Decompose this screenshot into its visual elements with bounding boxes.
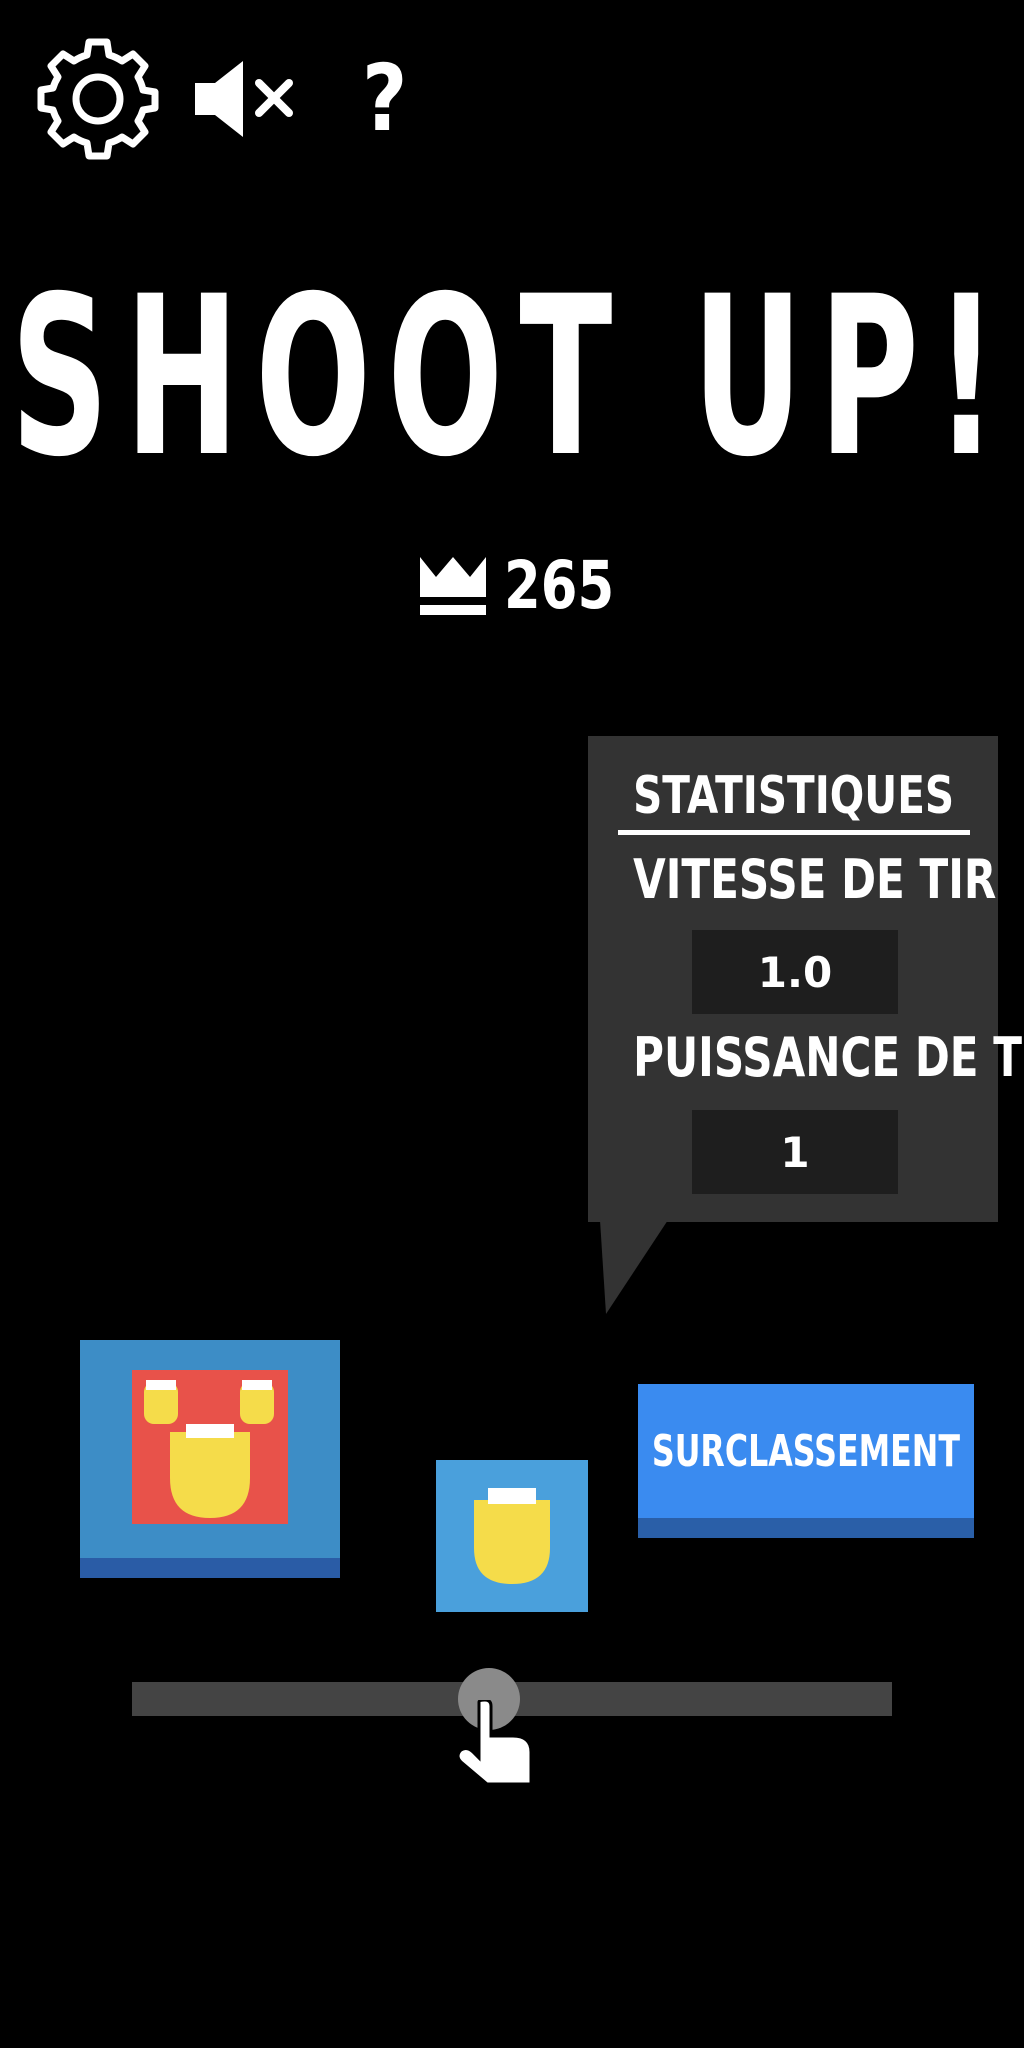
upgrade-button-label: SURCLASSEMENT xyxy=(651,1425,961,1477)
crown-icon xyxy=(420,557,486,615)
statistics-heading: STATISTIQUES xyxy=(633,766,955,826)
statistics-panel: STATISTIQUES VITESSE DE TIR 1.0 PUISSANC… xyxy=(588,736,1024,1222)
best-score: 265 xyxy=(418,548,642,624)
gear-icon xyxy=(37,38,159,160)
character-preview[interactable] xyxy=(80,1340,340,1578)
pointing-hand-icon xyxy=(456,1700,533,1786)
fire-rate-label: VITESSE DE TIR xyxy=(633,848,997,911)
settings-button[interactable] xyxy=(32,34,164,164)
help-button[interactable]: ? xyxy=(345,34,425,164)
fire-power-label: PUISSANCE DE TIR xyxy=(633,1026,1024,1089)
game-title: SHOOT UP! xyxy=(10,249,1014,505)
best-score-value: 265 xyxy=(504,547,615,624)
player-sprite xyxy=(474,1488,550,1584)
fire-rate-value: 1.0 xyxy=(692,930,898,1014)
sound-toggle-button[interactable] xyxy=(190,34,300,164)
question-mark-icon: ? xyxy=(362,45,408,152)
upgrade-button[interactable]: SURCLASSEMENT xyxy=(638,1384,974,1538)
character-sprite xyxy=(132,1370,288,1524)
speaker-muted-icon xyxy=(195,61,293,137)
statistics-divider xyxy=(618,830,970,835)
player-character xyxy=(436,1460,588,1612)
fire-power-value: 1 xyxy=(692,1110,898,1194)
statistics-panel-pointer xyxy=(600,1220,668,1314)
